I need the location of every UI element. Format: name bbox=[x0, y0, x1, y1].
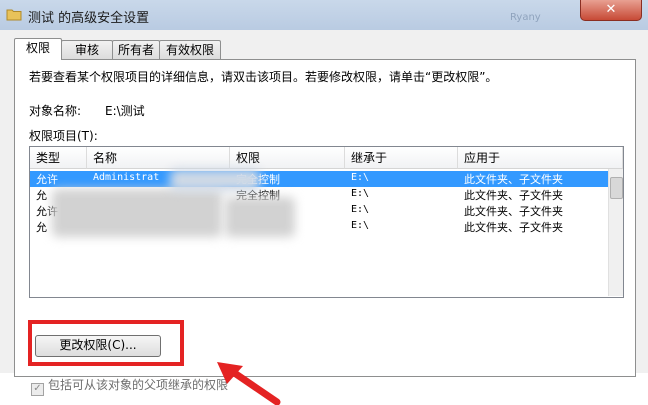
cell-inherited-from: E:\ bbox=[351, 188, 370, 199]
tab-permissions[interactable]: 权限 bbox=[14, 38, 62, 60]
column-header-label: 权限 bbox=[236, 151, 261, 165]
annotation-arrow-icon bbox=[217, 362, 281, 405]
column-header-label: 应用于 bbox=[464, 151, 501, 165]
window-title: 测试 的高级安全设置 bbox=[28, 11, 150, 26]
permission-entries-list[interactable]: 类型 名称 权限 继承于 应用于 允许 Administrat 完全控制 E:\… bbox=[29, 146, 624, 298]
cell-inherited-from: E:\ bbox=[351, 220, 370, 231]
cell-inherited-from: E:\ bbox=[351, 172, 370, 183]
instructions-text: 若要查看某个权限项目的详细信息，请双击该项目。若要修改权限，请单击“更改权限”。 bbox=[29, 70, 498, 84]
column-header-label: 继承于 bbox=[351, 151, 388, 165]
tab-auditing[interactable]: 审核 bbox=[61, 40, 113, 59]
cell-inherited-from: E:\ bbox=[351, 204, 370, 215]
column-header-permission[interactable]: 权限 bbox=[230, 147, 345, 169]
cell-type: 允 bbox=[36, 221, 47, 234]
cell-name: Administrat bbox=[93, 172, 160, 183]
column-header-label: 类型 bbox=[36, 151, 61, 165]
cell-applies-to: 此文件夹、子文件夹 bbox=[464, 221, 563, 234]
title-bar: 测试 的高级安全设置 Ryany ✕ bbox=[0, 0, 648, 31]
tab-label: 权限 bbox=[25, 41, 50, 55]
scrollbar-thumb[interactable] bbox=[610, 177, 623, 199]
close-icon: ✕ bbox=[605, 2, 617, 17]
column-header-name[interactable]: 名称 bbox=[87, 147, 230, 169]
tab-owner[interactable]: 所有者 bbox=[112, 40, 160, 59]
redaction-blur bbox=[170, 169, 260, 191]
vertical-scrollbar[interactable] bbox=[608, 169, 623, 296]
column-header-inherited-from[interactable]: 继承于 bbox=[345, 147, 458, 169]
inherit-permissions-checkbox[interactable]: ✓ bbox=[31, 383, 44, 396]
inherit-permissions-checkbox-row[interactable]: ✓ 包括可从该对象的父项继承的权限 bbox=[31, 376, 228, 396]
close-button[interactable]: ✕ bbox=[580, 0, 642, 21]
annotation-highlight-box bbox=[28, 320, 184, 366]
column-header-label: 名称 bbox=[93, 151, 118, 165]
object-name-value: E:\测试 bbox=[105, 104, 145, 118]
tab-effective-permissions[interactable]: 有效权限 bbox=[159, 40, 221, 59]
redaction-blur bbox=[52, 189, 222, 237]
cell-applies-to: 此文件夹、子文件夹 bbox=[464, 189, 563, 202]
inherit-permissions-label: 包括可从该对象的父项继承的权限 bbox=[48, 378, 229, 392]
column-header-type[interactable]: 类型 bbox=[30, 147, 87, 169]
tab-label: 审核 bbox=[74, 43, 99, 57]
tab-label: 有效权限 bbox=[165, 43, 214, 57]
cell-applies-to: 此文件夹、子文件夹 bbox=[464, 205, 563, 218]
object-name-label: 对象名称: bbox=[29, 104, 82, 118]
dialog-body: 权限 审核 所有者 有效权限 若要查看某个权限项目的详细信息，请双击该项目。若要… bbox=[0, 30, 648, 405]
permission-entries-label: 权限项目(T): bbox=[29, 129, 98, 143]
redaction-blur bbox=[225, 197, 295, 237]
table-row[interactable]: 允许 Administrat 完全控制 E:\ 此文件夹、子文件夹 bbox=[30, 171, 608, 187]
title-ghost-text: Ryany bbox=[510, 12, 541, 23]
folder-icon bbox=[6, 9, 22, 21]
tab-label: 所有者 bbox=[117, 43, 154, 57]
cell-type: 允许 bbox=[36, 173, 58, 186]
column-header-applies-to[interactable]: 应用于 bbox=[458, 147, 623, 169]
cell-applies-to: 此文件夹、子文件夹 bbox=[464, 173, 563, 186]
cell-type: 允 bbox=[36, 189, 47, 202]
